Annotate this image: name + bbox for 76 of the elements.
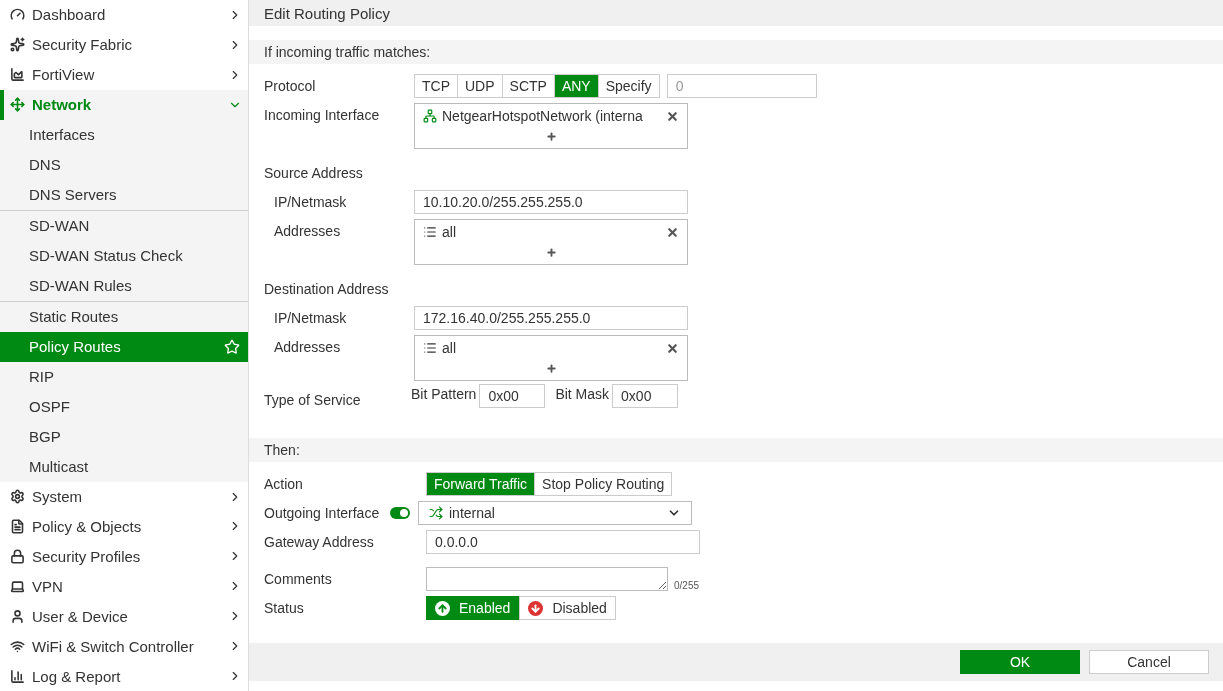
bar-chart-icon xyxy=(10,668,25,684)
nav-subitem[interactable]: Interfaces xyxy=(0,119,248,150)
status-option[interactable]: Disabled xyxy=(519,596,616,620)
lock-icon xyxy=(10,548,25,564)
shuffle-icon xyxy=(429,506,443,520)
ip-netmask-field[interactable]: 172.16.40.0/255.255.255.0 xyxy=(414,306,688,330)
remove-icon[interactable] xyxy=(666,109,679,123)
nav-subitem[interactable]: BGP xyxy=(0,421,248,452)
address-icon xyxy=(423,225,437,239)
nav-item[interactable]: Network xyxy=(0,89,248,120)
nav-subitem[interactable]: Static Routes xyxy=(0,301,248,332)
page-title: Edit Routing Policy xyxy=(249,0,1223,26)
wifi-icon xyxy=(10,638,25,654)
nav-subitem[interactable]: RIP xyxy=(0,361,248,392)
add-icon[interactable] xyxy=(545,246,557,258)
field-label: Destination Address xyxy=(264,280,390,299)
field-label: Comments xyxy=(264,570,333,589)
ip-netmask-field[interactable]: 10.10.20.0/255.255.255.0 xyxy=(414,190,688,214)
add-icon[interactable] xyxy=(545,362,557,374)
address-list-field[interactable]: all xyxy=(414,219,688,265)
laptop-icon xyxy=(10,578,25,594)
field-label: IP/Netmask xyxy=(273,309,348,328)
address-list-field[interactable]: NetgearHotspotNetwork (interna xyxy=(414,103,688,149)
section-header: Then: xyxy=(249,438,1223,462)
nav-subitem[interactable]: SD-WAN Rules xyxy=(0,270,248,301)
remove-icon[interactable] xyxy=(666,341,679,355)
field-label: Addresses xyxy=(273,222,342,241)
network-icon xyxy=(423,109,437,123)
field-label: Action xyxy=(264,475,304,494)
bit-pattern-field[interactable]: 0x00 xyxy=(479,384,546,408)
address-entry: all xyxy=(442,340,457,356)
interface-dropdown[interactable]: internal xyxy=(418,501,692,525)
status-option[interactable]: Enabled xyxy=(426,596,520,620)
footer-button[interactable]: Cancel xyxy=(1089,650,1209,674)
comments-field[interactable] xyxy=(426,567,668,591)
action-option[interactable]: Forward Traffic xyxy=(427,473,536,495)
field-label: Incoming Interface xyxy=(264,106,381,125)
gateway-field[interactable]: 0.0.0.0 xyxy=(426,530,700,554)
field-label: Protocol xyxy=(264,77,317,96)
settings-icon xyxy=(10,489,25,505)
bit-mask-field[interactable]: 0x00 xyxy=(612,384,679,408)
toggle-switch[interactable] xyxy=(390,507,410,519)
nav-subitem[interactable]: DNS xyxy=(0,149,248,180)
nav-subitem[interactable]: OSPF xyxy=(0,391,248,422)
field-label: Bit Pattern xyxy=(411,385,478,404)
area-chart-icon xyxy=(10,67,25,83)
document-icon xyxy=(10,519,25,534)
address-entry: NetgearHotspotNetwork (interna xyxy=(442,108,644,124)
field-label: Type of Service xyxy=(264,391,362,410)
nav-subitem[interactable]: DNS Servers xyxy=(0,179,248,210)
nav-subitem[interactable]: Multicast xyxy=(0,451,248,482)
section-header: If incoming traffic matches: xyxy=(249,40,1223,64)
address-list-field[interactable]: all xyxy=(414,335,688,381)
field-label: Bit Mask xyxy=(555,385,611,404)
move-arrows-icon xyxy=(10,97,25,113)
field-label: Outgoing Interface xyxy=(264,504,381,523)
user-icon xyxy=(10,608,25,624)
sparkle-icon xyxy=(10,37,25,53)
field-label: Status xyxy=(264,599,305,618)
field-label: IP/Netmask xyxy=(273,193,348,212)
character-counter: 0/255 xyxy=(674,580,700,591)
nav-subitem[interactable]: SD-WAN Status Check xyxy=(0,240,248,271)
nav-subitem[interactable]: SD-WAN xyxy=(0,210,248,241)
address-entry: all xyxy=(442,224,457,240)
protocol-number-field[interactable]: 0 xyxy=(666,74,817,98)
field-label: Addresses xyxy=(273,338,342,357)
remove-icon[interactable] xyxy=(666,225,679,239)
field-label: Source Address xyxy=(264,164,364,183)
nav-subitem[interactable]: Policy Routes xyxy=(0,331,248,362)
footer-button[interactable]: OK xyxy=(960,650,1080,674)
address-icon xyxy=(423,341,437,355)
dashboard-icon xyxy=(10,7,25,23)
protocol-option[interactable]: ANY xyxy=(554,75,599,97)
star-icon[interactable] xyxy=(224,338,240,355)
add-icon[interactable] xyxy=(545,130,557,142)
field-label: Gateway Address xyxy=(264,533,375,552)
